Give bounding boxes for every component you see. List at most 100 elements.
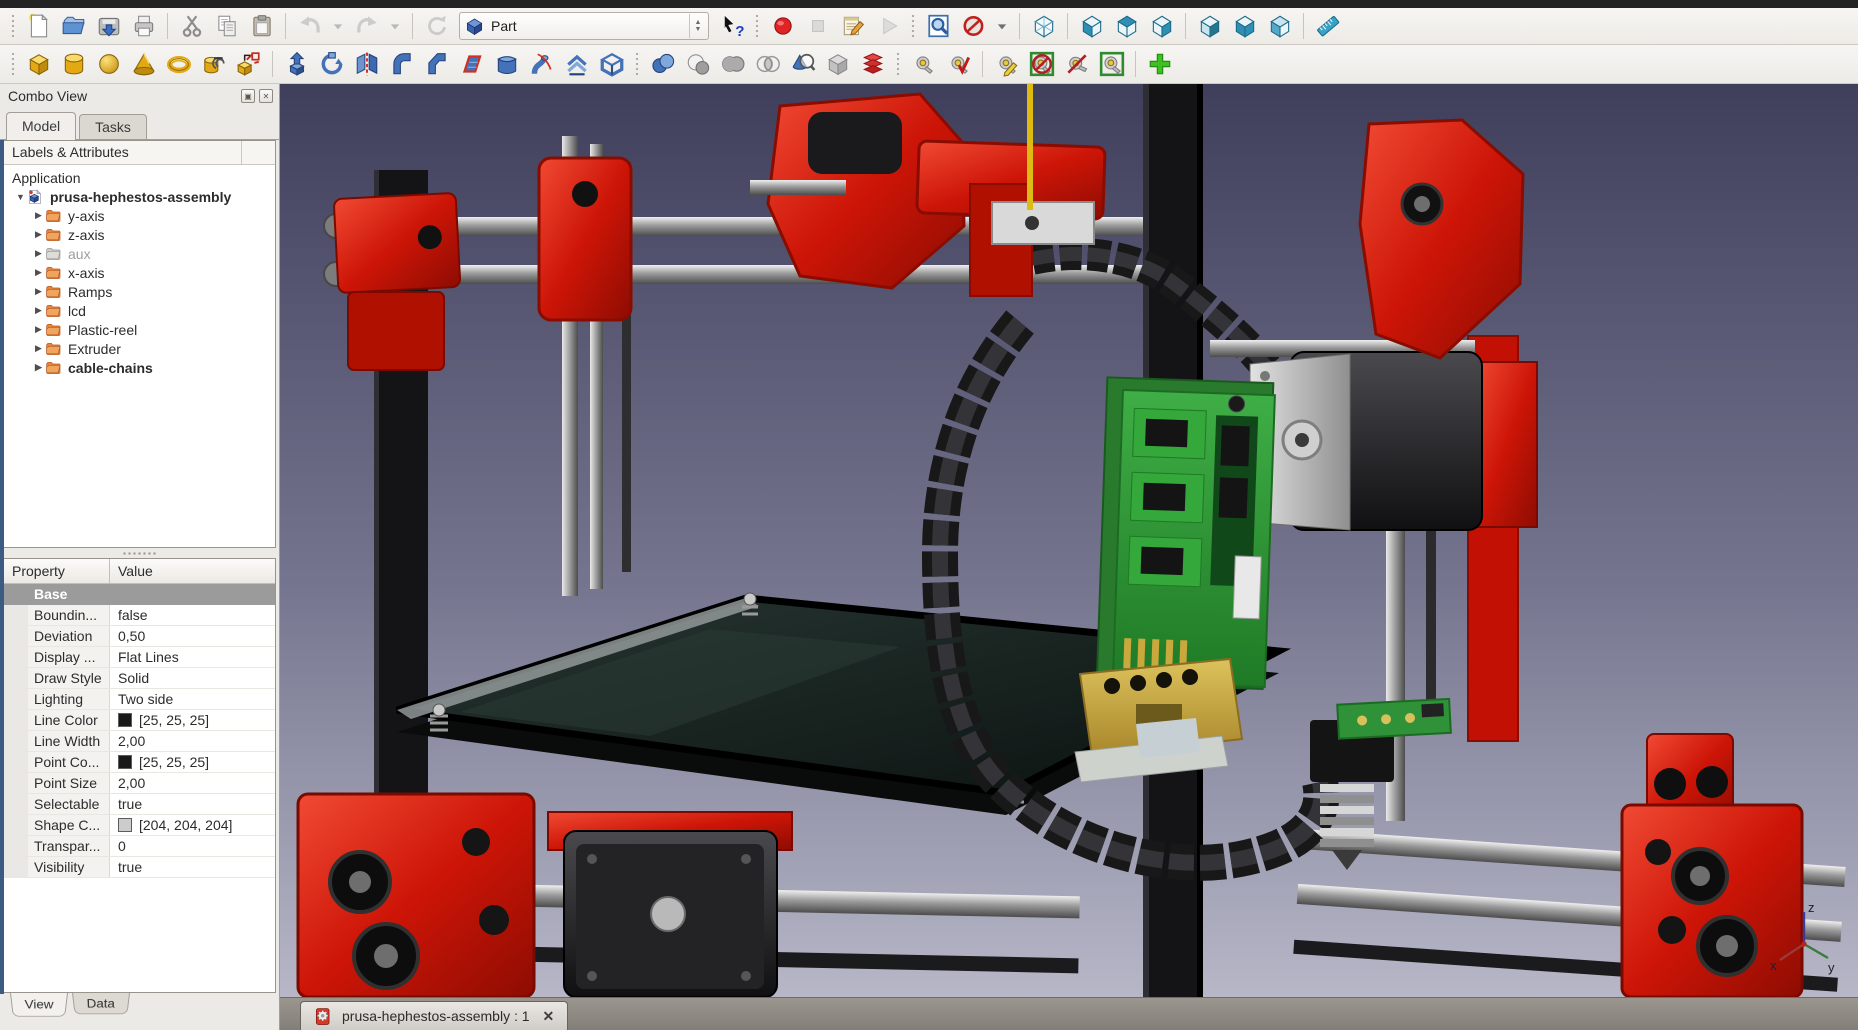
collapse-arrow-icon[interactable]: ▶	[32, 267, 45, 278]
collapse-arrow-icon[interactable]: ▶	[32, 305, 45, 316]
defeaturing-button[interactable]	[821, 49, 854, 80]
undo-button[interactable]	[293, 11, 326, 42]
collapse-arrow-icon[interactable]: ▶	[32, 210, 45, 221]
tree-item-plastic-reel[interactable]: ▶Plastic-reel	[4, 320, 275, 339]
tree-item-extruder[interactable]: ▶Extruder	[4, 339, 275, 358]
collapse-arrow-icon[interactable]: ▶	[32, 248, 45, 259]
draw-style-button[interactable]	[957, 11, 990, 42]
float-panel-button[interactable]: ▣	[241, 89, 255, 103]
3d-viewport[interactable]: z x y	[280, 84, 1858, 997]
workbench-selector-spinner[interactable]: ▲▼	[689, 14, 706, 38]
tree-root-application[interactable]: Application	[4, 168, 275, 187]
create-primitives-button[interactable]	[197, 49, 230, 80]
primitive-sphere-button[interactable]	[92, 49, 125, 80]
property-row[interactable]: Boundin...false	[4, 605, 275, 626]
measure-distance-button[interactable]	[1311, 11, 1344, 42]
view-bottom-button[interactable]	[1228, 11, 1261, 42]
primitive-cone-button[interactable]	[127, 49, 160, 80]
toolbar-drag-handle[interactable]	[9, 52, 17, 76]
check-geometry-button[interactable]	[786, 49, 819, 80]
close-document-icon[interactable]: ✕	[543, 1008, 555, 1025]
property-value[interactable]: true	[110, 794, 275, 814]
macro-record-button[interactable]	[766, 11, 799, 42]
sweep-button[interactable]	[525, 49, 558, 80]
toolbar-drag-handle[interactable]	[753, 14, 761, 38]
fit-all-button[interactable]	[922, 11, 955, 42]
macro-edit-button[interactable]	[836, 11, 869, 42]
loft-button[interactable]	[490, 49, 523, 80]
property-value[interactable]: 0	[110, 836, 275, 856]
property-value[interactable]: [25, 25, 25]	[110, 752, 275, 772]
collapse-arrow-icon[interactable]: ▶	[32, 286, 45, 297]
expand-arrow-icon[interactable]: ▼	[14, 192, 27, 202]
property-value[interactable]: 2,00	[110, 773, 275, 793]
tree-item-lcd[interactable]: ▶lcd	[4, 301, 275, 320]
collapse-arrow-icon[interactable]: ▶	[32, 362, 45, 373]
toolbar-drag-handle[interactable]	[894, 52, 902, 76]
save-document-button[interactable]	[92, 11, 125, 42]
tab-view[interactable]: View	[10, 993, 68, 1017]
toolbar-drag-handle[interactable]	[909, 14, 917, 38]
tree-item-ramps[interactable]: ▶Ramps	[4, 282, 275, 301]
property-column-header[interactable]: Property	[4, 559, 110, 583]
property-row[interactable]: Point Size2,00	[4, 773, 275, 794]
boolean-union-button[interactable]	[716, 49, 749, 80]
ruled-surface-button[interactable]	[455, 49, 488, 80]
tab-model[interactable]: Model	[6, 112, 76, 140]
copy-button[interactable]	[210, 11, 243, 42]
extrude-button[interactable]	[280, 49, 313, 80]
fillet-button[interactable]	[385, 49, 418, 80]
collapse-arrow-icon[interactable]: ▶	[32, 324, 45, 335]
property-row[interactable]: Deviation0,50	[4, 626, 275, 647]
measure-toggle-all-button[interactable]	[1060, 49, 1093, 80]
property-value[interactable]: Two side	[110, 689, 275, 709]
macro-play-button[interactable]	[871, 11, 904, 42]
view-front-button[interactable]	[1075, 11, 1108, 42]
property-row[interactable]: Line Width2,00	[4, 731, 275, 752]
cross-sections-button[interactable]	[856, 49, 889, 80]
property-row[interactable]: LightingTwo side	[4, 689, 275, 710]
refresh-document-button[interactable]	[420, 11, 453, 42]
property-row[interactable]: Draw StyleSolid	[4, 668, 275, 689]
mirror-button[interactable]	[350, 49, 383, 80]
property-value[interactable]: true	[110, 857, 275, 877]
tree-item-aux[interactable]: ▶aux	[4, 244, 275, 263]
tree-item-cable-chains[interactable]: ▶cable-chains	[4, 358, 275, 377]
whats-this-button[interactable]	[715, 11, 748, 42]
view-right-button[interactable]	[1145, 11, 1178, 42]
redo-button[interactable]	[350, 11, 383, 42]
property-value[interactable]: [204, 204, 204]	[110, 815, 275, 835]
tree-item-z-axis[interactable]: ▶z-axis	[4, 225, 275, 244]
panel-splitter[interactable]	[0, 548, 279, 558]
measure-clear-all-button[interactable]	[1025, 49, 1058, 80]
property-row[interactable]: Point Co...[25, 25, 25]	[4, 752, 275, 773]
collapse-arrow-icon[interactable]: ▶	[32, 343, 45, 354]
new-document-button[interactable]	[22, 11, 55, 42]
add-group-button[interactable]	[1143, 49, 1176, 80]
redo-history-button[interactable]	[385, 11, 405, 42]
primitive-torus-button[interactable]	[162, 49, 195, 80]
property-row[interactable]: Visibilitytrue	[4, 857, 275, 878]
property-value[interactable]: Flat Lines	[110, 647, 275, 667]
primitive-box-button[interactable]	[22, 49, 55, 80]
thickness-button[interactable]	[595, 49, 628, 80]
primitive-cylinder-button[interactable]	[57, 49, 90, 80]
undo-history-button[interactable]	[328, 11, 348, 42]
close-panel-button[interactable]: ✕	[259, 89, 273, 103]
measure-linear-button[interactable]	[907, 49, 940, 80]
toolbar-drag-handle[interactable]	[9, 14, 17, 38]
tree-item-document[interactable]: ▼prusa-hephestos-assembly	[4, 187, 275, 206]
property-value[interactable]: 2,00	[110, 731, 275, 751]
property-row[interactable]: Line Color[25, 25, 25]	[4, 710, 275, 731]
property-row[interactable]: Shape C...[204, 204, 204]	[4, 815, 275, 836]
boolean-button[interactable]	[646, 49, 679, 80]
property-row[interactable]: Selectabletrue	[4, 794, 275, 815]
toolbar-drag-handle[interactable]	[633, 52, 641, 76]
boolean-intersection-button[interactable]	[751, 49, 784, 80]
print-button[interactable]	[127, 11, 160, 42]
cut-button[interactable]	[175, 11, 208, 42]
property-row[interactable]: Transpar...0	[4, 836, 275, 857]
view-left-button[interactable]	[1263, 11, 1296, 42]
tree-item-x-axis[interactable]: ▶x-axis	[4, 263, 275, 282]
property-value[interactable]: [25, 25, 25]	[110, 710, 275, 730]
